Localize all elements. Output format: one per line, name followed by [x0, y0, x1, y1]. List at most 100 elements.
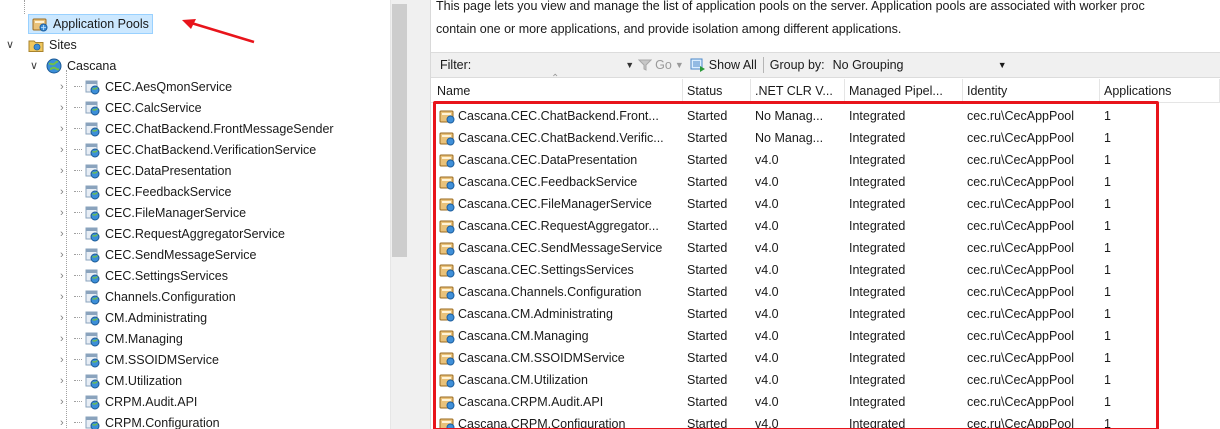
globe-icon — [46, 58, 62, 73]
show-all-button[interactable]: Show All — [690, 58, 757, 72]
tree-item-label: CEC.SendMessageService — [105, 247, 257, 262]
tree-scrollbar-thumb[interactable] — [392, 4, 407, 257]
name-cell: Cascana.CEC.SettingsServices — [439, 259, 683, 281]
app-pool-icon — [439, 330, 455, 344]
identity-cell: cec.ru\CecAppPool — [967, 109, 1075, 123]
tree-item-application-pools[interactable]: Application Pools — [28, 13, 153, 34]
tree-item-app[interactable]: › CRPM.Audit.API — [60, 391, 197, 412]
tree-item-app[interactable]: › CEC.SendMessageService — [60, 244, 256, 265]
tree-item-app[interactable]: › CEC.FeedbackService — [60, 181, 231, 202]
filter-input[interactable] — [481, 56, 622, 74]
status-cell: Started — [687, 373, 728, 387]
chevron-down-icon[interactable]: ∨ — [30, 59, 42, 72]
tree-item-sites[interactable]: ∨ Sites — [6, 34, 77, 55]
tree-item-app[interactable]: › CEC.FileManagerService — [60, 202, 246, 223]
table-row[interactable]: Cascana.CEC.FeedbackService Started v4.0 In… — [431, 171, 1220, 193]
column-header-pipeline[interactable]: Managed Pipel... — [845, 79, 963, 103]
tree-item-app[interactable]: › CM.Utilization — [60, 370, 182, 391]
clr-version-cell: v4.0 — [755, 153, 779, 167]
column-header-status[interactable]: Status — [683, 79, 751, 103]
pool-name: Cascana.CEC.ChatBackend.Front... — [458, 109, 659, 123]
tree-item-label: CRPM.Configuration — [105, 415, 220, 429]
status-cell: Started — [687, 219, 728, 233]
table-row[interactable]: Cascana.CEC.SendMessageService Started v4.… — [431, 237, 1220, 259]
pipeline-cell: Integrated — [849, 131, 906, 145]
column-header-applications[interactable]: Applications — [1100, 79, 1220, 103]
filter-dropdown-arrow-icon[interactable]: ▼ — [625, 60, 634, 70]
pool-name: Cascana.CEC.SettingsServices — [458, 263, 634, 277]
applications-cell: 1 — [1104, 373, 1111, 387]
tree-item-app[interactable]: › CEC.CalcService — [60, 97, 202, 118]
chevron-down-icon[interactable]: ∨ — [6, 38, 18, 51]
tree-guide-line — [74, 296, 82, 297]
tree-guide-line — [74, 212, 82, 213]
pool-name: Cascana.CEC.ChatBackend.Verific... — [458, 131, 664, 145]
app-pool-icon — [439, 154, 455, 168]
tree-item-app[interactable]: › CEC.ChatBackend.FrontMessageSender — [60, 118, 334, 139]
pipeline-cell: Integrated — [849, 241, 906, 255]
tree-item-site-cascana[interactable]: ∨ Cascana — [30, 55, 116, 76]
tree-guide-line — [74, 338, 82, 339]
table-row[interactable]: Cascana.CRPM.Audit.API Started v4.0 Integra… — [431, 391, 1220, 413]
pipeline-cell: Integrated — [849, 417, 906, 429]
name-cell: Cascana.CEC.DataPresentation — [439, 149, 683, 171]
column-header-clr[interactable]: .NET CLR V... — [751, 79, 845, 103]
pool-name: Cascana.CRPM.Configuration — [458, 417, 626, 429]
tree-guide-line — [74, 275, 82, 276]
web-application-icon — [85, 248, 100, 262]
status-cell: Started — [687, 131, 728, 145]
clr-version-cell: v4.0 — [755, 263, 779, 277]
web-application-icon — [85, 353, 100, 367]
connections-tree: Application Pools ∨ Sites ∨ Cascana › CEC… — [0, 0, 410, 429]
page-description-line1: This page lets you view and manage the l… — [436, 0, 1145, 13]
table-row[interactable]: Cascana.CM.Managing Started v4.0 Integrated… — [431, 325, 1220, 347]
applications-cell: 1 — [1104, 109, 1111, 123]
page-description-line2: contain one or more applications, and pr… — [436, 22, 902, 36]
table-row[interactable]: Cascana.CEC.RequestAggregator... Started v… — [431, 215, 1220, 237]
pool-name: Cascana.CEC.DataPresentation — [458, 153, 638, 167]
identity-cell: cec.ru\CecAppPool — [967, 131, 1075, 145]
table-row[interactable]: Cascana.CM.Administrating Started v4.0 Inte… — [431, 303, 1220, 325]
identity-cell: cec.ru\CecAppPool — [967, 329, 1075, 343]
table-row[interactable]: Cascana.CEC.SettingsServices Started v4.0 I… — [431, 259, 1220, 281]
column-header-name[interactable]: Name — [433, 79, 683, 103]
tree-item-app[interactable]: › CEC.SettingsServices — [60, 265, 228, 286]
name-cell: Cascana.CEC.RequestAggregator... — [439, 215, 683, 237]
tree-item-app[interactable]: › CEC.RequestAggregatorService — [60, 223, 285, 244]
tree-item-app[interactable]: › CRPM.Configuration — [60, 412, 220, 429]
tree-item-app[interactable]: › CEC.AesQmonService — [60, 76, 232, 97]
tree-item-app[interactable]: › CM.SSOIDMService — [60, 349, 219, 370]
group-by-select[interactable]: No Grouping ▼ — [833, 55, 1013, 75]
pool-name: Cascana.CEC.SendMessageService — [458, 241, 663, 255]
tree-item-app[interactable]: › CM.Administrating — [60, 307, 207, 328]
column-header-identity[interactable]: Identity — [963, 79, 1100, 103]
go-button[interactable]: Go ▼ — [638, 58, 684, 72]
tree-item-label: CEC.SettingsServices — [105, 268, 228, 283]
name-cell: Cascana.CEC.FeedbackService — [439, 171, 683, 193]
applications-cell: 1 — [1104, 395, 1111, 409]
tree-item-app[interactable]: › CEC.DataPresentation — [60, 160, 231, 181]
identity-cell: cec.ru\CecAppPool — [967, 153, 1075, 167]
identity-cell: cec.ru\CecAppPool — [967, 175, 1075, 189]
pipeline-cell: Integrated — [849, 197, 906, 211]
name-cell: Cascana.CEC.SendMessageService — [439, 237, 683, 259]
table-row[interactable]: Cascana.CRPM.Configuration Started v4.0 Int… — [431, 413, 1220, 429]
table-row[interactable]: Cascana.CEC.ChatBackend.Front... Started N… — [431, 105, 1220, 127]
table-row[interactable]: Cascana.CM.Utilization Started v4.0 Integra… — [431, 369, 1220, 391]
tree-item-app[interactable]: › CEC.ChatBackend.VerificationService — [60, 139, 316, 160]
tree-guide-line — [74, 380, 82, 381]
chevron-down-icon: ▼ — [997, 60, 1007, 70]
table-row[interactable]: Cascana.CEC.DataPresentation Started v4.0 I… — [431, 149, 1220, 171]
tree-item-app[interactable]: › Channels.Configuration — [60, 286, 236, 307]
pane-splitter[interactable] — [410, 0, 431, 429]
tree-item-app[interactable]: › CM.Managing — [60, 328, 183, 349]
tree-item-label: CEC.ChatBackend.FrontMessageSender — [105, 121, 334, 136]
applications-cell: 1 — [1104, 241, 1111, 255]
table-row[interactable]: Cascana.CM.SSOIDMService Started v4.0 Integ… — [431, 347, 1220, 369]
status-cell: Started — [687, 241, 728, 255]
name-cell: Cascana.CM.Administrating — [439, 303, 683, 325]
table-row[interactable]: Cascana.Channels.Configuration Started v4.… — [431, 281, 1220, 303]
table-row[interactable]: Cascana.CEC.FileManagerService Started v4.… — [431, 193, 1220, 215]
tree-item-label: CM.Administrating — [105, 310, 208, 325]
table-row[interactable]: Cascana.CEC.ChatBackend.Verific... Starte… — [431, 127, 1220, 149]
